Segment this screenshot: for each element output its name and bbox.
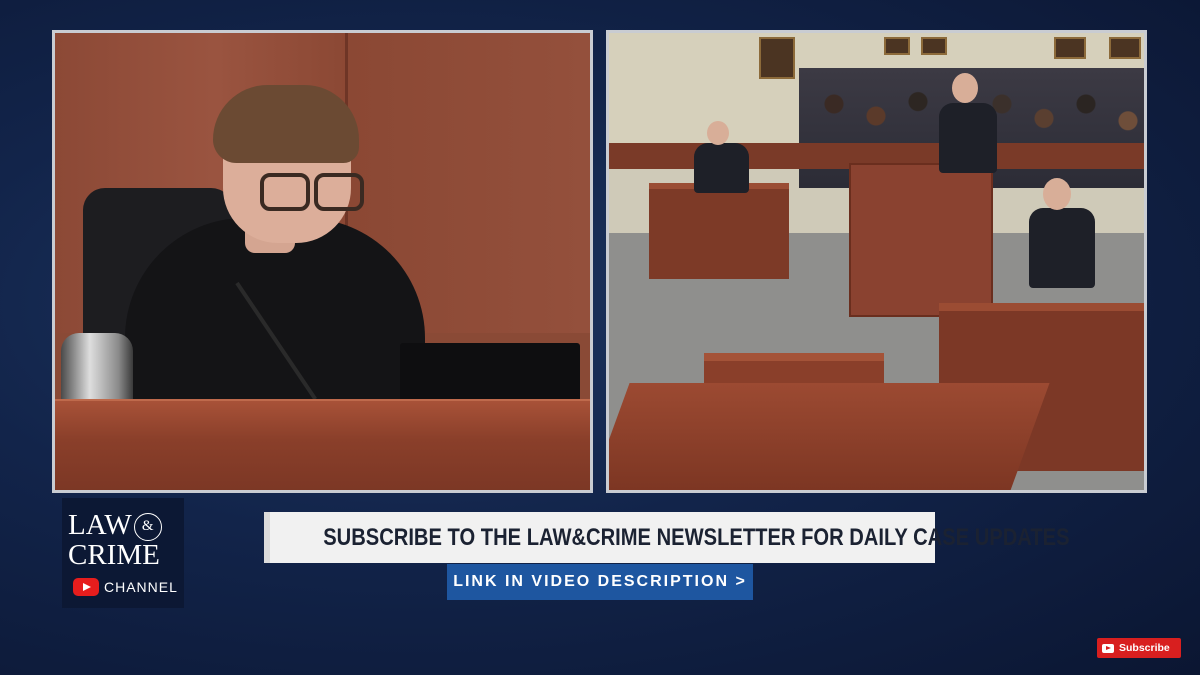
attorney-seated — [694, 143, 749, 193]
logo-word-crime: CRIME — [68, 539, 160, 571]
portrait-frame — [759, 37, 795, 79]
ampersand-icon: & — [133, 513, 162, 542]
lectern — [849, 163, 993, 317]
judge-bench — [55, 399, 590, 490]
attorney-face — [707, 121, 729, 145]
law-and-crime-logo: LAW & CRIME CHANNEL — [62, 498, 184, 608]
link-text: LINK IN VIDEO DESCRIPTION > — [453, 573, 747, 590]
portrait-frame — [921, 37, 947, 55]
newsletter-banner: SUBSCRIBE TO THE LAW&CRIME NEWSLETTER FO… — [264, 512, 1070, 563]
attorney-face — [952, 73, 978, 103]
subscribe-label: Subscribe — [1119, 642, 1170, 654]
attorney-standing — [939, 103, 997, 173]
portrait-frame — [1109, 37, 1141, 59]
courtroom-video-feed — [606, 30, 1147, 493]
glasses-icon — [260, 173, 364, 211]
portrait-frame — [884, 37, 910, 55]
newsletter-text: SUBSCRIBE TO THE LAW&CRIME NEWSLETTER FO… — [323, 524, 1070, 551]
youtube-play-icon — [73, 578, 99, 596]
judge-hair — [213, 85, 359, 163]
portrait-frame — [1054, 37, 1086, 59]
logo-channel-label: CHANNEL — [104, 579, 178, 595]
logo-word-law: LAW — [68, 509, 132, 541]
video-description-link-banner[interactable]: LINK IN VIDEO DESCRIPTION > — [447, 564, 753, 600]
clerk-desk — [609, 383, 1050, 490]
counsel-table — [649, 183, 789, 279]
attorney-face — [1043, 178, 1071, 210]
judge-video-feed — [52, 30, 593, 493]
attorney-seated-right — [1029, 208, 1095, 288]
subscribe-button[interactable]: Subscribe — [1097, 638, 1181, 658]
youtube-play-icon — [1102, 643, 1114, 653]
